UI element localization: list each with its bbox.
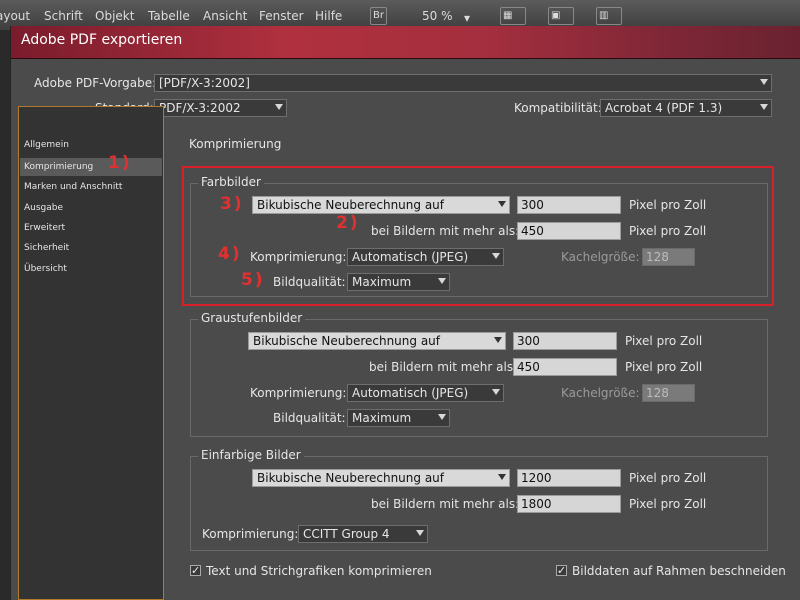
document-edge bbox=[0, 30, 10, 600]
bridge-button[interactable]: Br bbox=[370, 7, 387, 25]
preset-select[interactable]: [PDF/X-3:2002] bbox=[154, 74, 772, 92]
gray-tile-input[interactable]: 128 bbox=[642, 384, 695, 402]
menu-hilfe[interactable]: Hilfe bbox=[315, 9, 342, 23]
menu-ansicht[interactable]: Ansicht bbox=[203, 9, 247, 23]
color-quality-label: Bildqualität: bbox=[273, 275, 346, 289]
preset-value: [PDF/X-3:2002] bbox=[159, 76, 250, 90]
gray-above-input[interactable]: 450 bbox=[513, 358, 617, 376]
color-resample-select[interactable]: Bikubische Neuberechnung auf bbox=[252, 196, 510, 214]
color-tile-label: Kachelgröße: bbox=[561, 250, 640, 264]
mono-images-title: Einfarbige Bilder bbox=[198, 448, 304, 462]
mono-resolution-input[interactable]: 1200 bbox=[517, 469, 621, 487]
sidebar-item-uebersicht[interactable]: Übersicht bbox=[24, 264, 67, 274]
sidebar-item-sicherheit[interactable]: Sicherheit bbox=[24, 243, 69, 253]
mono-above-label: bei Bildern mit mehr als: bbox=[371, 497, 520, 511]
mono-above-input[interactable]: 1800 bbox=[517, 495, 621, 513]
mono-resample-select[interactable]: Bikubische Neuberechnung auf bbox=[252, 469, 510, 487]
color-unit-label: Pixel pro Zoll bbox=[629, 198, 707, 212]
color-tile-input[interactable]: 128 bbox=[642, 248, 695, 266]
category-list: Allgemein Komprimierung Marken und Ansch… bbox=[18, 106, 164, 600]
menu-schrift[interactable]: Schrift bbox=[44, 9, 83, 23]
gray-resample-select[interactable]: Bikubische Neuberechnung auf bbox=[248, 332, 506, 350]
dialog-titlebar: Adobe PDF exportieren bbox=[11, 26, 800, 59]
mono-unit2-label: Pixel pro Zoll bbox=[629, 497, 707, 511]
color-compression-label: Komprimierung: bbox=[250, 250, 347, 264]
chevron-down-icon bbox=[492, 253, 500, 259]
gray-tile-label: Kachelgröße: bbox=[561, 386, 640, 400]
section-title: Komprimierung bbox=[189, 137, 282, 151]
gray-images-title: Graustufenbilder bbox=[198, 311, 306, 325]
chevron-down-icon bbox=[494, 337, 502, 343]
mono-compression-value: CCITT Group 4 bbox=[303, 527, 390, 541]
chevron-down-icon bbox=[438, 414, 446, 420]
gray-above-label: bei Bildern mit mehr als: bbox=[369, 360, 518, 374]
color-resample-value: Bikubische Neuberechnung auf bbox=[257, 198, 445, 212]
color-above-input[interactable]: 450 bbox=[517, 222, 621, 240]
gray-resample-value: Bikubische Neuberechnung auf bbox=[253, 334, 441, 348]
gray-resolution-input[interactable]: 300 bbox=[513, 332, 617, 350]
color-quality-value: Maximum bbox=[352, 275, 412, 289]
menu-objekt[interactable]: Objekt bbox=[95, 9, 134, 23]
color-compression-value: Automatisch (JPEG) bbox=[352, 250, 469, 264]
chevron-down-icon bbox=[498, 474, 506, 480]
color-above-label: bei Bildern mit mehr als: bbox=[371, 224, 520, 238]
menu-layout[interactable]: ayout bbox=[0, 9, 30, 23]
view-options-icon[interactable]: ▦ bbox=[500, 7, 526, 25]
gray-quality-label: Bildqualität: bbox=[273, 411, 346, 425]
sidebar-item-komprimierung[interactable]: Komprimierung bbox=[20, 158, 162, 176]
chevron-down-icon bbox=[416, 530, 424, 536]
dialog-title: Adobe PDF exportieren bbox=[21, 32, 183, 48]
mono-unit-label: Pixel pro Zoll bbox=[629, 471, 707, 485]
color-quality-select[interactable]: Maximum bbox=[347, 273, 450, 291]
sidebar-item-allgemein[interactable]: Allgemein bbox=[24, 140, 69, 150]
chevron-down-icon bbox=[760, 79, 768, 85]
standard-value: PDF/X-3:2002 bbox=[159, 101, 241, 115]
crop-images-checkbox[interactable]: ✓ bbox=[556, 565, 567, 576]
mono-compression-select[interactable]: CCITT Group 4 bbox=[298, 525, 428, 543]
gray-compression-value: Automatisch (JPEG) bbox=[352, 386, 469, 400]
crop-images-label: Bilddaten auf Rahmen beschneiden bbox=[572, 564, 786, 578]
mono-compression-label: Komprimierung: bbox=[202, 527, 299, 541]
standard-select[interactable]: PDF/X-3:2002 bbox=[154, 99, 287, 117]
annotation-1: 1) bbox=[108, 153, 132, 173]
gray-quality-select[interactable]: Maximum bbox=[347, 409, 450, 427]
zoom-dropdown-icon[interactable]: ▾ bbox=[464, 11, 470, 25]
compat-select[interactable]: Acrobat 4 (PDF 1.3) bbox=[600, 99, 772, 117]
chevron-down-icon bbox=[498, 201, 506, 207]
color-compression-select[interactable]: Automatisch (JPEG) bbox=[347, 248, 504, 266]
chevron-down-icon bbox=[438, 278, 446, 284]
gray-compression-label: Komprimierung: bbox=[250, 386, 347, 400]
color-resolution-input[interactable]: 300 bbox=[517, 196, 621, 214]
annotation-3: 3) bbox=[220, 194, 244, 214]
mono-resample-value: Bikubische Neuberechnung auf bbox=[257, 471, 445, 485]
check-icon: ✓ bbox=[557, 564, 567, 577]
zoom-level[interactable]: 50 % bbox=[422, 9, 453, 23]
color-unit2-label: Pixel pro Zoll bbox=[629, 224, 707, 238]
compat-label: Kompatibilität: bbox=[514, 101, 602, 115]
chevron-down-icon bbox=[492, 389, 500, 395]
gray-quality-value: Maximum bbox=[352, 411, 412, 425]
gray-compression-select[interactable]: Automatisch (JPEG) bbox=[347, 384, 504, 402]
sidebar-item-ausgabe[interactable]: Ausgabe bbox=[24, 203, 63, 213]
gray-unit2-label: Pixel pro Zoll bbox=[625, 360, 703, 374]
annotation-4: 4) bbox=[218, 244, 242, 264]
screen-mode-icon[interactable]: ▣ bbox=[548, 7, 574, 25]
menu-tabelle[interactable]: Tabelle bbox=[148, 9, 190, 23]
arrange-docs-icon[interactable]: ▥ bbox=[596, 7, 622, 25]
chevron-down-icon bbox=[275, 104, 283, 110]
gray-unit-label: Pixel pro Zoll bbox=[625, 334, 703, 348]
compress-text-label: Text und Strichgrafiken komprimieren bbox=[206, 564, 432, 578]
chevron-down-icon bbox=[760, 104, 768, 110]
sidebar-item-erweitert[interactable]: Erweitert bbox=[24, 223, 65, 233]
check-icon: ✓ bbox=[191, 564, 201, 577]
menu-fenster[interactable]: Fenster bbox=[259, 9, 304, 23]
preset-label: Adobe PDF-Vorgabe: bbox=[34, 76, 157, 90]
annotation-5: 5) bbox=[241, 270, 265, 290]
compat-value: Acrobat 4 (PDF 1.3) bbox=[605, 101, 723, 115]
sidebar-item-marken[interactable]: Marken und Anschnitt bbox=[24, 182, 122, 192]
compress-text-checkbox[interactable]: ✓ bbox=[190, 565, 201, 576]
annotation-2: 2) bbox=[336, 213, 360, 233]
